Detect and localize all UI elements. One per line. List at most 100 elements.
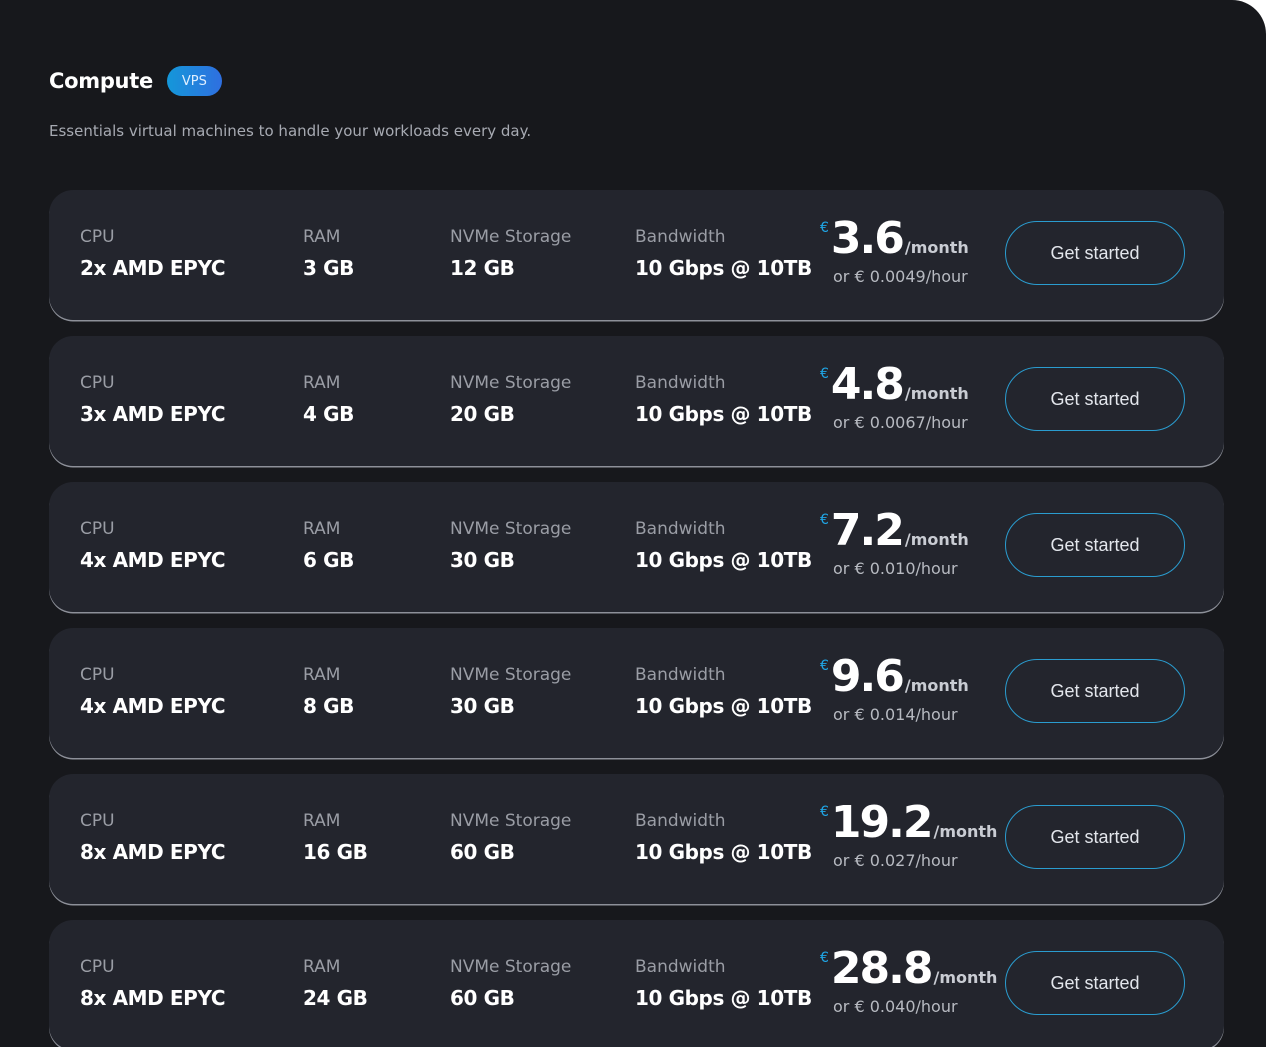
- cpu-spec: CPU 8x AMD EPYC: [80, 811, 225, 864]
- ram-spec: RAM 24 GB: [303, 957, 368, 1010]
- monthly-price: € 7.2 /month: [820, 507, 969, 555]
- pricing-panel: Compute VPS Essentials virtual machines …: [0, 0, 1266, 1047]
- bandwidth-label: Bandwidth: [635, 811, 726, 831]
- get-started-button[interactable]: Get started: [1005, 951, 1185, 1015]
- storage-spec: NVMe Storage 12 GB: [450, 227, 571, 280]
- storage-spec: NVMe Storage 60 GB: [450, 957, 571, 1010]
- ram-value: 8 GB: [303, 694, 354, 718]
- storage-label: NVMe Storage: [450, 665, 572, 685]
- plan-card: CPU 8x AMD EPYC RAM 16 GB NVMe Storage 6…: [49, 774, 1224, 904]
- cpu-value: 8x AMD EPYC: [80, 986, 226, 1010]
- cpu-value: 4x AMD EPYC: [80, 694, 226, 718]
- hourly-price: or € 0.0049/hour: [833, 267, 968, 286]
- ram-value: 6 GB: [303, 548, 354, 572]
- ram-label: RAM: [303, 373, 341, 393]
- hourly-price: or € 0.027/hour: [833, 851, 958, 870]
- bandwidth-value: 10 Gbps @ 10TB: [635, 986, 812, 1010]
- bandwidth-label: Bandwidth: [635, 227, 726, 247]
- price-period: /month: [904, 384, 969, 403]
- ram-label: RAM: [303, 811, 341, 831]
- cpu-spec: CPU 3x AMD EPYC: [80, 373, 225, 426]
- ram-spec: RAM 6 GB: [303, 519, 354, 572]
- price-amount: 3.6: [830, 213, 905, 264]
- bandwidth-label: Bandwidth: [635, 957, 726, 977]
- cpu-spec: CPU 8x AMD EPYC: [80, 957, 225, 1010]
- storage-spec: NVMe Storage 30 GB: [450, 519, 571, 572]
- currency-symbol: €: [820, 950, 829, 966]
- monthly-price: € 19.2 /month: [820, 799, 997, 847]
- currency-symbol: €: [820, 366, 829, 382]
- currency-symbol: €: [820, 658, 829, 674]
- ram-value: 4 GB: [303, 402, 354, 426]
- get-started-button[interactable]: Get started: [1005, 367, 1185, 431]
- price-period: /month: [904, 238, 969, 257]
- cpu-value: 3x AMD EPYC: [80, 402, 226, 426]
- storage-spec: NVMe Storage 30 GB: [450, 665, 571, 718]
- bandwidth-value: 10 Gbps @ 10TB: [635, 694, 812, 718]
- section-title: Compute: [49, 69, 153, 93]
- bandwidth-label: Bandwidth: [635, 519, 726, 539]
- ram-value: 3 GB: [303, 256, 354, 280]
- currency-symbol: €: [820, 512, 829, 528]
- get-started-button[interactable]: Get started: [1005, 659, 1185, 723]
- price-amount: 9.6: [830, 651, 905, 702]
- bandwidth-label: Bandwidth: [635, 665, 726, 685]
- plan-card: CPU 8x AMD EPYC RAM 24 GB NVMe Storage 6…: [49, 920, 1224, 1047]
- cpu-value: 4x AMD EPYC: [80, 548, 226, 572]
- price-period: /month: [933, 822, 998, 841]
- get-started-button[interactable]: Get started: [1005, 513, 1185, 577]
- bandwidth-spec: Bandwidth 10 Gbps @ 10TB: [635, 519, 812, 572]
- hourly-price: or € 0.040/hour: [833, 997, 958, 1016]
- get-started-button[interactable]: Get started: [1005, 805, 1185, 869]
- ram-label: RAM: [303, 227, 341, 247]
- price-period: /month: [904, 530, 969, 549]
- ram-value: 16 GB: [303, 840, 368, 864]
- plan-list: CPU 2x AMD EPYC RAM 3 GB NVMe Storage 12…: [49, 190, 1224, 1047]
- cpu-spec: CPU 2x AMD EPYC: [80, 227, 225, 280]
- storage-label: NVMe Storage: [450, 373, 572, 393]
- monthly-price: € 4.8 /month: [820, 361, 969, 409]
- storage-value: 20 GB: [450, 402, 515, 426]
- bandwidth-value: 10 Gbps @ 10TB: [635, 548, 812, 572]
- hourly-price: or € 0.014/hour: [833, 705, 958, 724]
- price-amount: 4.8: [830, 359, 905, 410]
- cpu-value: 8x AMD EPYC: [80, 840, 226, 864]
- ram-label: RAM: [303, 519, 341, 539]
- price-block: € 28.8 /month or € 0.040/hour: [820, 943, 997, 1017]
- storage-label: NVMe Storage: [450, 957, 572, 977]
- storage-value: 30 GB: [450, 548, 515, 572]
- storage-value: 12 GB: [450, 256, 515, 280]
- monthly-price: € 9.6 /month: [820, 653, 969, 701]
- storage-value: 60 GB: [450, 840, 515, 864]
- storage-value: 60 GB: [450, 986, 515, 1010]
- plan-card: CPU 3x AMD EPYC RAM 4 GB NVMe Storage 20…: [49, 336, 1224, 466]
- hourly-price: or € 0.010/hour: [833, 559, 958, 578]
- price-block: € 3.6 /month or € 0.0049/hour: [820, 213, 969, 287]
- bandwidth-spec: Bandwidth 10 Gbps @ 10TB: [635, 373, 812, 426]
- price-amount: 7.2: [830, 505, 905, 556]
- ram-label: RAM: [303, 957, 341, 977]
- price-block: € 4.8 /month or € 0.0067/hour: [820, 361, 969, 433]
- bandwidth-spec: Bandwidth 10 Gbps @ 10TB: [635, 227, 812, 280]
- ram-label: RAM: [303, 665, 341, 685]
- cpu-label: CPU: [80, 957, 115, 977]
- section-header: Compute VPS: [49, 66, 222, 96]
- currency-symbol: €: [820, 220, 829, 236]
- storage-label: NVMe Storage: [450, 227, 572, 247]
- ram-value: 24 GB: [303, 986, 368, 1010]
- currency-symbol: €: [820, 804, 829, 820]
- get-started-button[interactable]: Get started: [1005, 221, 1185, 285]
- ram-spec: RAM 3 GB: [303, 227, 354, 280]
- price-amount: 28.8: [830, 943, 934, 994]
- bandwidth-spec: Bandwidth 10 Gbps @ 10TB: [635, 957, 812, 1010]
- bandwidth-value: 10 Gbps @ 10TB: [635, 402, 812, 426]
- cpu-spec: CPU 4x AMD EPYC: [80, 519, 225, 572]
- ram-spec: RAM 16 GB: [303, 811, 368, 864]
- bandwidth-value: 10 Gbps @ 10TB: [635, 840, 812, 864]
- cpu-value: 2x AMD EPYC: [80, 256, 226, 280]
- bandwidth-spec: Bandwidth 10 Gbps @ 10TB: [635, 665, 812, 718]
- storage-spec: NVMe Storage 20 GB: [450, 373, 571, 426]
- bandwidth-spec: Bandwidth 10 Gbps @ 10TB: [635, 811, 812, 864]
- cpu-label: CPU: [80, 373, 115, 393]
- cpu-label: CPU: [80, 665, 115, 685]
